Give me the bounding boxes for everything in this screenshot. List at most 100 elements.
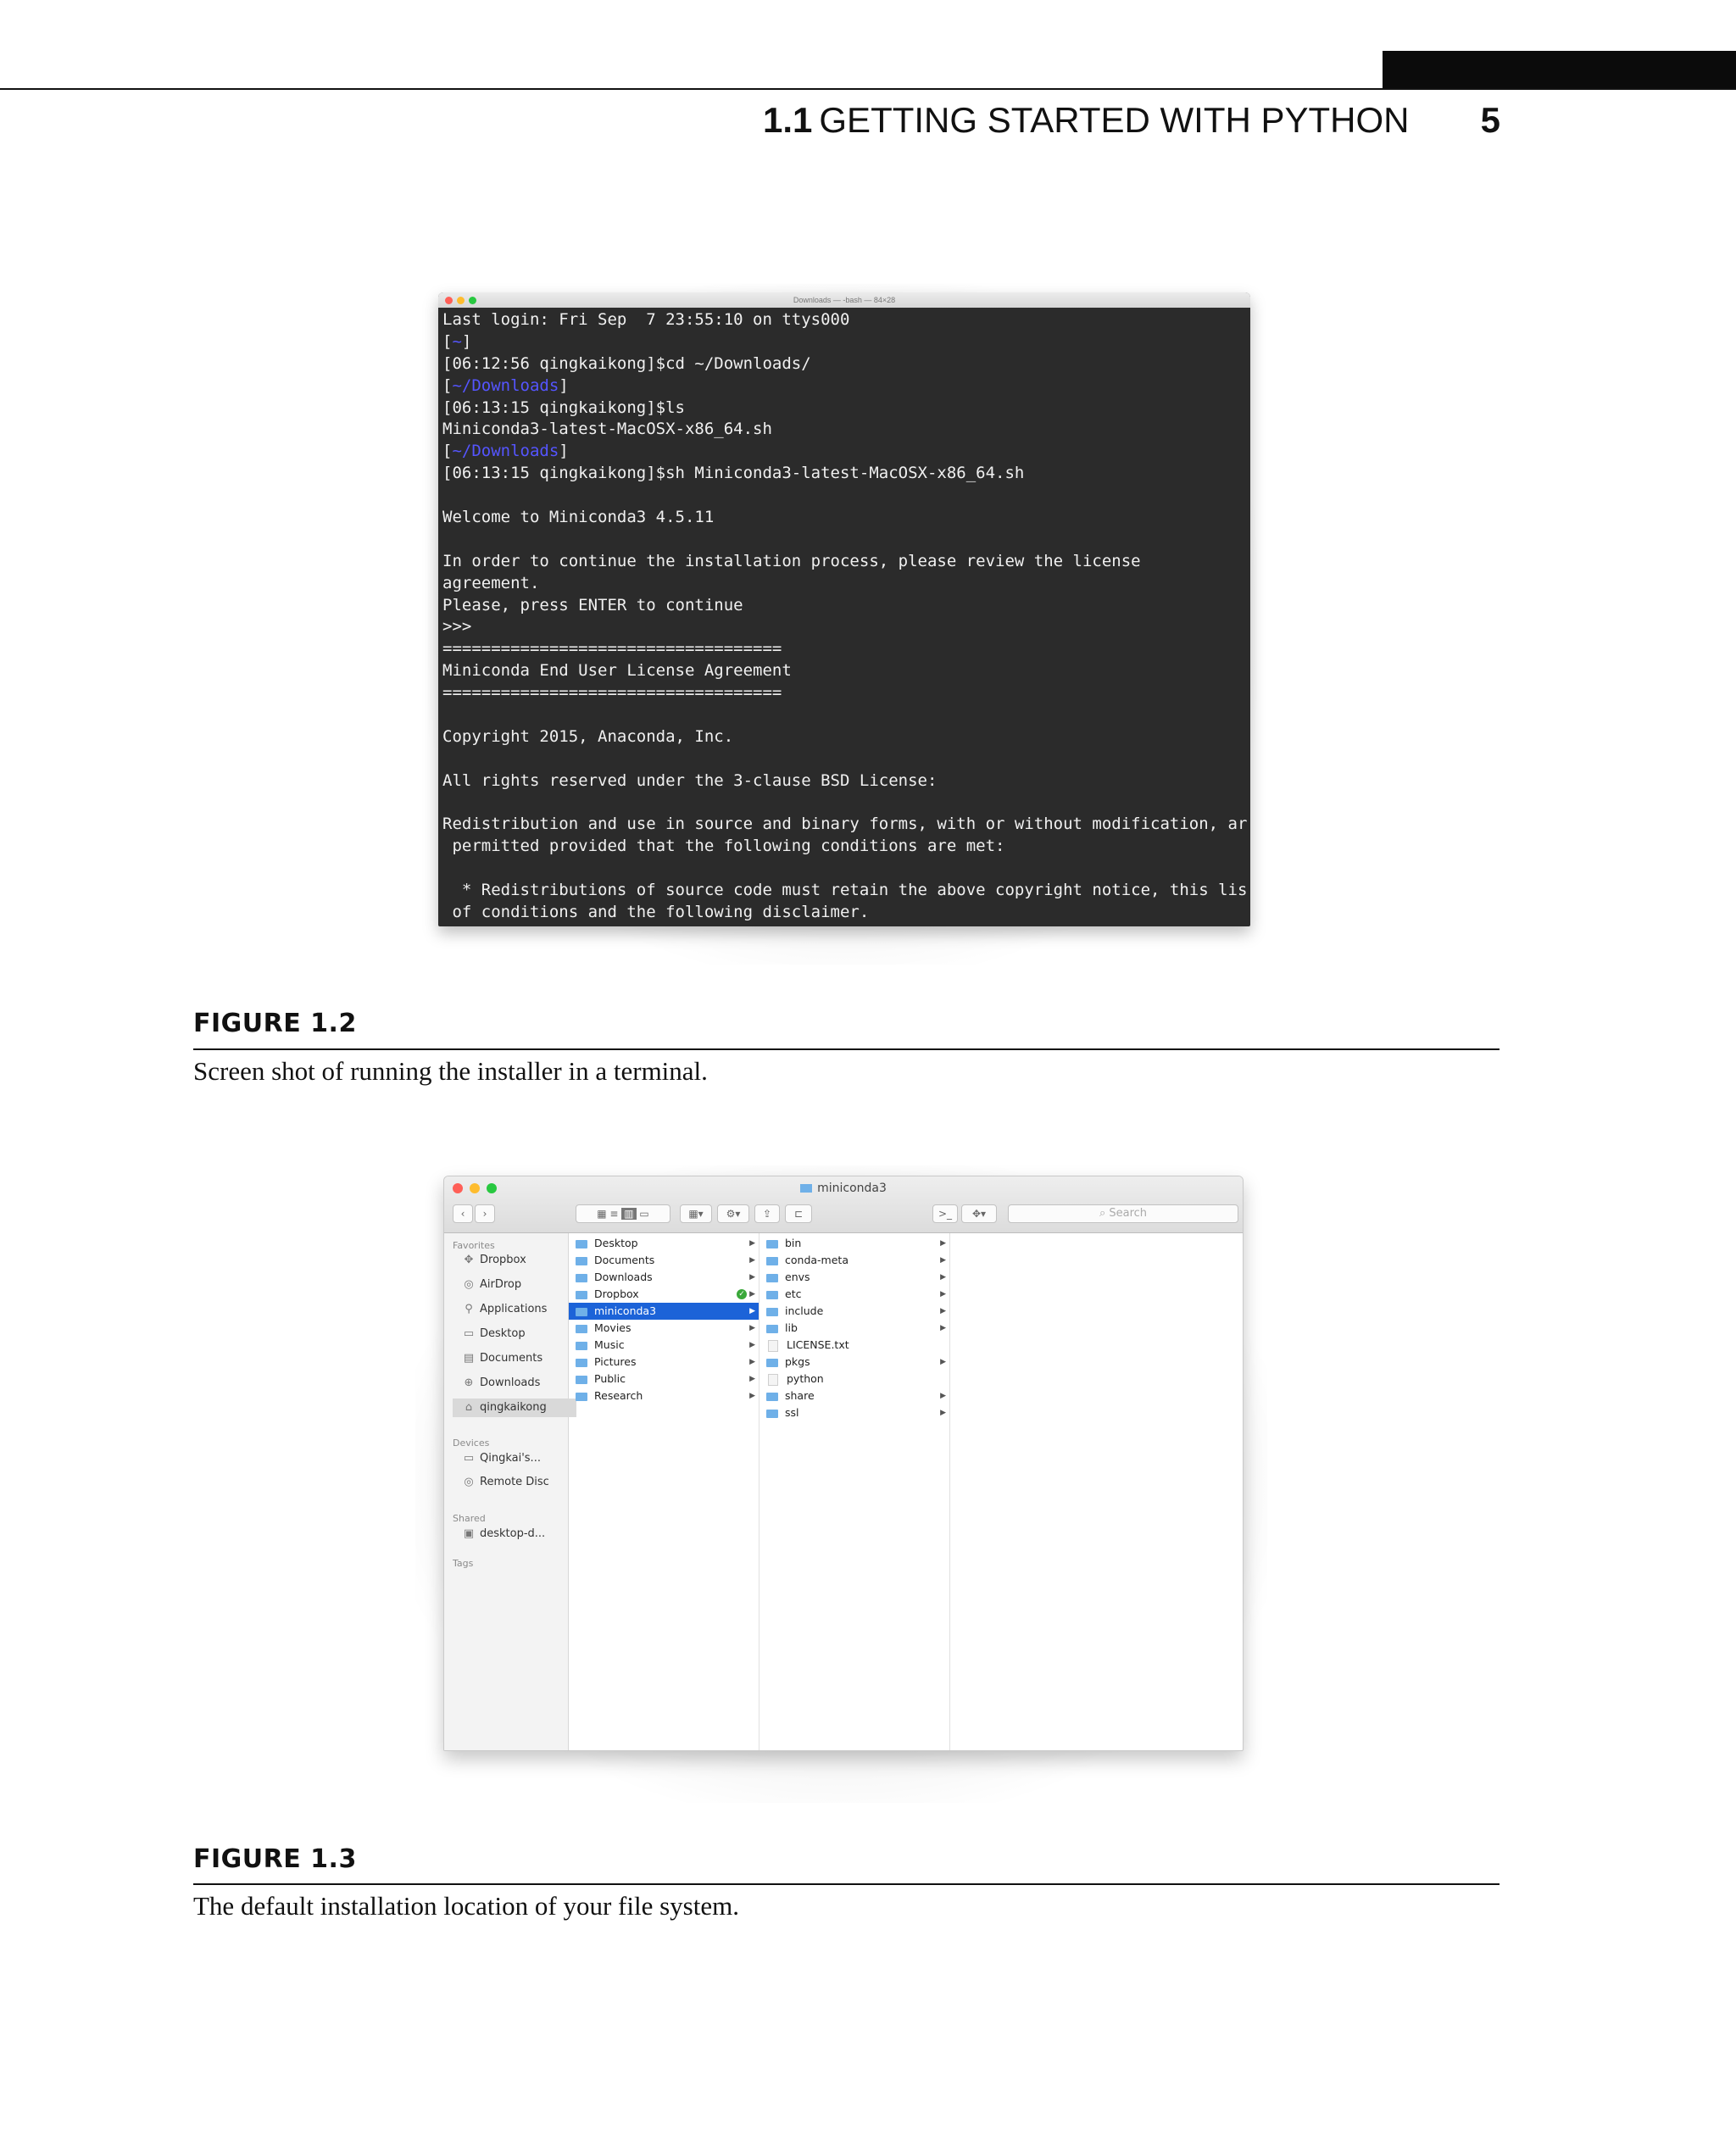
dropbox-button[interactable]: ✥▾ (961, 1204, 997, 1223)
terminal-button[interactable]: >_ (932, 1204, 958, 1223)
terminal-line: All rights reserved under the 3-clause B… (442, 770, 1248, 792)
folder-icon (766, 1392, 778, 1401)
list-item[interactable]: Downloads ▶ (569, 1269, 759, 1286)
home-icon: ⌂ (465, 1401, 473, 1414)
disc-icon: ◎ (464, 1476, 474, 1488)
search-input[interactable]: ⌕ Search (1008, 1204, 1238, 1223)
search-icon: ⌕ (1099, 1207, 1110, 1220)
list-item[interactable]: etc ▶ (760, 1286, 949, 1303)
sidebar-item-label: Qingkai's... (480, 1452, 541, 1465)
sidebar-item[interactable]: ⚲ Applications (461, 1300, 566, 1319)
disclosure-arrow-icon: ▶ (940, 1324, 946, 1332)
list-item[interactable]: lib ▶ (760, 1320, 949, 1337)
sidebar-item[interactable]: ▤ Documents (461, 1349, 566, 1368)
folder-icon (576, 1307, 587, 1316)
folder-icon (800, 1184, 813, 1193)
arrange-icon: ▦▾ (688, 1208, 704, 1220)
disclosure-arrow-icon: ▶ (940, 1358, 946, 1366)
list-item[interactable]: miniconda3 ▶ (569, 1303, 759, 1320)
item-label: Pictures (594, 1355, 637, 1368)
list-item[interactable]: ssl ▶ (760, 1404, 949, 1421)
tag-icon: ⊏ (793, 1208, 804, 1220)
item-label: share (785, 1389, 815, 1402)
list-item[interactable]: pkgs ▶ (760, 1354, 949, 1371)
list-item[interactable]: Public ▶ (569, 1371, 759, 1387)
list-item[interactable]: Documents ▶ (569, 1252, 759, 1269)
share-button[interactable]: ⇪ (754, 1204, 780, 1223)
sidebar-item[interactable]: ▭ Qingkai's... (461, 1449, 566, 1468)
sidebar-item[interactable]: ✥ Dropbox (461, 1251, 566, 1270)
terminal-line: [~/Downloads] (442, 375, 1248, 398)
list-item[interactable]: Dropbox ▶ ✓ (569, 1286, 759, 1303)
arrange-button[interactable]: ▦▾ (680, 1204, 712, 1223)
item-label: lib (785, 1321, 798, 1334)
prompt-bracket: ] (461, 331, 472, 351)
sidebar-heading: Devices (453, 1438, 490, 1449)
terminal-output[interactable]: Last login: Fri Sep 7 23:55:10 on ttys00… (442, 309, 1248, 924)
finder-column-miniconda3: bin ▶ conda-meta ▶ envs ▶ etc ▶ include ▶ lib ▶ LICE… (760, 1233, 950, 1750)
list-item[interactable]: Pictures ▶ (569, 1354, 759, 1371)
action-button[interactable]: ⚙▾ (717, 1204, 749, 1223)
terminal-line-text: * Redistributions of source code must re… (442, 881, 1248, 900)
disclosure-arrow-icon: ▶ (940, 1290, 946, 1299)
terminal-line-text: Last login: Fri Sep 7 23:55:10 on ttys00… (442, 310, 850, 329)
item-label: Desktop (594, 1237, 638, 1249)
sidebar-item[interactable]: ◎ Remote Disc (461, 1473, 566, 1492)
list-item[interactable]: Movies ▶ (569, 1320, 759, 1337)
figure-1-3-rule (193, 1883, 1500, 1885)
disclosure-arrow-icon: ▶ (749, 1341, 755, 1349)
item-label: pkgs (785, 1355, 810, 1368)
finder-column-empty (950, 1233, 1242, 1750)
terminal-line: Miniconda3-latest-MacOSX-x86_64.sh (442, 419, 1248, 441)
figure-1-3-label: FIGURE 1.3 (193, 1844, 357, 1874)
figure-1-3-caption: The default installation location of you… (193, 1891, 739, 1921)
terminal-line: of conditions and the following disclaim… (442, 902, 1248, 924)
list-item[interactable]: bin ▶ (760, 1235, 949, 1252)
sidebar-item[interactable]: ⌂ qingkaikong (453, 1399, 576, 1417)
sidebar-item-label: Documents (480, 1352, 543, 1365)
terminal-line: Please, press ENTER to continue (442, 595, 1248, 617)
terminal-titlebar: Downloads — -bash — 84×28 (438, 292, 1250, 308)
terminal-window-title: Downloads — -bash — 84×28 (793, 296, 896, 304)
list-item[interactable]: Music ▶ (569, 1337, 759, 1354)
list-item[interactable]: envs ▶ (760, 1269, 949, 1286)
file-icon (768, 1339, 778, 1352)
item-label: python (787, 1372, 824, 1385)
sidebar-item-label: Desktop (480, 1327, 526, 1340)
list-item[interactable]: share ▶ (760, 1387, 949, 1404)
terminal-line-text: =================================== (442, 683, 782, 703)
list-item[interactable]: Research ▶ (569, 1387, 759, 1404)
sidebar-item-label: AirDrop (480, 1278, 522, 1291)
terminal-line-text: In order to continue the installation pr… (442, 551, 1141, 570)
list-item[interactable]: LICENSE.txt (760, 1337, 949, 1354)
list-item[interactable]: python (760, 1371, 949, 1387)
sidebar-item[interactable]: ▣ desktop-d... (461, 1525, 566, 1543)
sidebar-item[interactable]: ▭ Desktop (461, 1325, 566, 1343)
terminal-line-text: Welcome to Miniconda3 4.5.11 (442, 508, 715, 527)
prompt-directory: ~/Downloads (452, 375, 559, 395)
list-item[interactable]: Desktop ▶ (569, 1235, 759, 1252)
edit-tags-button[interactable]: ⊏ (785, 1204, 812, 1223)
back-button[interactable]: ‹ (453, 1204, 473, 1223)
terminal-line: =================================== (442, 638, 1248, 660)
synced-check-icon: ✓ (737, 1289, 747, 1299)
folder-icon (766, 1239, 778, 1248)
item-label: etc (785, 1287, 802, 1300)
item-label: Research (594, 1389, 643, 1402)
folder-icon (576, 1273, 587, 1282)
sidebar-item[interactable]: ⊕ Downloads (461, 1374, 566, 1393)
terminal-line: [~/Downloads] (442, 441, 1248, 463)
view-icons-icon: ▦ ≡ (597, 1208, 622, 1220)
disclosure-arrow-icon: ▶ (749, 1324, 755, 1332)
forward-button[interactable]: › (475, 1204, 495, 1223)
list-item[interactable]: conda-meta ▶ (760, 1252, 949, 1269)
disclosure-arrow-icon: ▶ (749, 1307, 755, 1315)
list-item[interactable]: include ▶ (760, 1303, 949, 1320)
sidebar-item-label: Downloads (480, 1376, 541, 1389)
terminal-line-text: of conditions and the following disclaim… (442, 903, 870, 922)
view-mode-segmented[interactable]: ▦ ≡ ▥ ▭ (576, 1204, 670, 1223)
sidebar-item[interactable]: ◎ AirDrop (461, 1276, 566, 1294)
item-label: conda-meta (785, 1254, 849, 1266)
terminal-line: * Redistributions of source code must re… (442, 880, 1248, 902)
